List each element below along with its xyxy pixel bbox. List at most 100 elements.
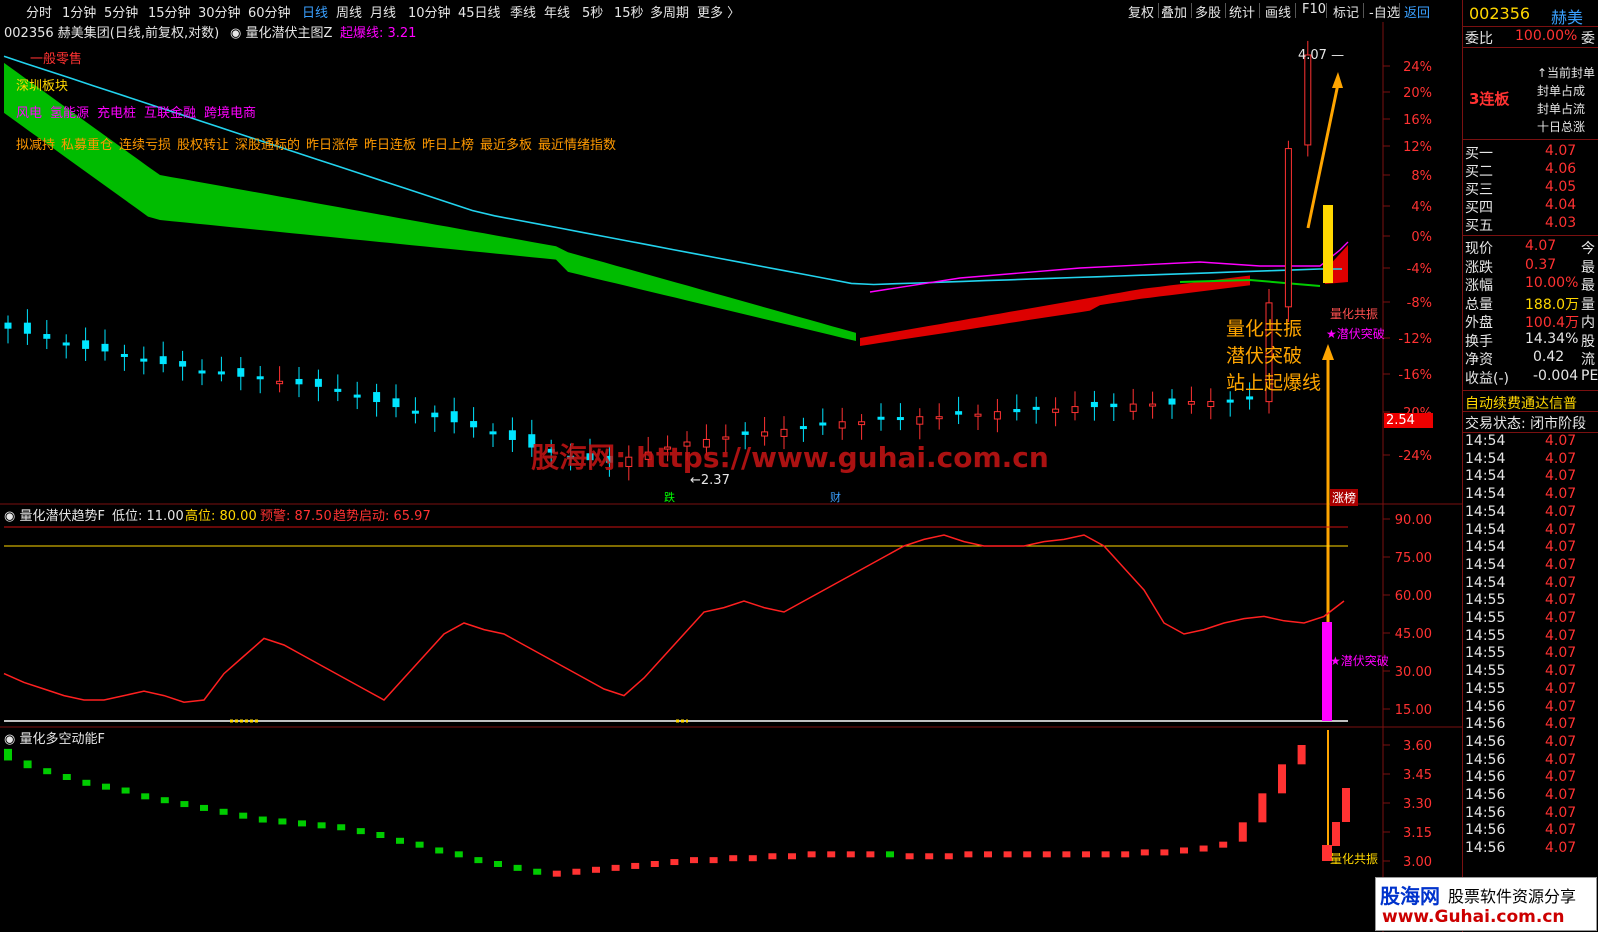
rp-stat-suffix-5: 股 — [1581, 333, 1595, 350]
momentum-bar — [592, 866, 600, 873]
candle-body — [896, 417, 904, 421]
rp-bid-label-3: 买四 — [1465, 200, 1493, 216]
rp-tick-price-9: 4.07 — [1545, 592, 1577, 609]
momentum-bar — [552, 870, 561, 877]
candle-body — [1013, 409, 1021, 413]
candle-body — [1168, 398, 1176, 405]
arrow-head-mid — [1322, 344, 1334, 360]
axis-label-p3: 3.30 — [1403, 797, 1432, 812]
rp-tick-price-18: 4.07 — [1545, 751, 1577, 768]
momentum-bar — [121, 787, 130, 794]
rp-board: 3连板 — [1469, 90, 1510, 108]
resonance-main: 量化共振 — [1330, 307, 1379, 321]
candle-body — [993, 411, 1001, 420]
rp-feng-0: ↑当前封单 — [1537, 66, 1596, 80]
momentum-bar — [1258, 793, 1267, 823]
momentum-bar — [1238, 822, 1247, 842]
marker-die: 跌 — [664, 491, 675, 504]
rp-tick-price-5: 4.07 — [1545, 521, 1577, 538]
momentum-bar — [533, 868, 542, 875]
momentum-bar — [102, 783, 110, 790]
rp-tick-price-15: 4.07 — [1545, 698, 1577, 715]
momentum-bar — [1042, 851, 1051, 858]
rp-tick-time-17: 14:56 — [1465, 733, 1506, 750]
axis-label-p3: 3.60 — [1403, 739, 1432, 754]
tag-concept-2: 充电桩 — [97, 106, 137, 121]
candle-body — [140, 358, 148, 362]
rp-stat-label-3: 总量 — [1465, 296, 1493, 313]
tag-event-5: 昨日涨停 — [306, 138, 359, 153]
red-band — [860, 275, 1250, 346]
candle-body — [62, 342, 70, 346]
rp-tick-time-8: 14:54 — [1465, 574, 1506, 591]
momentum-bar — [258, 816, 267, 823]
momentum-bar — [866, 851, 875, 858]
rp-bid-label-2: 买三 — [1465, 182, 1493, 198]
candle-body — [334, 388, 342, 392]
candle-body — [1052, 408, 1060, 413]
candle-body — [256, 376, 264, 380]
rp-tick-time-21: 14:56 — [1465, 804, 1506, 821]
rp-stat-suffix-3: 量 — [1581, 296, 1595, 313]
momentum-bar — [1023, 851, 1032, 858]
momentum-bar — [690, 857, 698, 864]
rp-stat-value-0: 4.07 — [1525, 238, 1557, 254]
big-annotation-0: 量化共振 — [1226, 318, 1303, 340]
quote-panel: 002356 赫美 委比 100.00% 委 3连板 ↑当前封单 封单占成 封单占流 十日总涨 买一… — [1462, 0, 1598, 932]
rp-stat-value-3: 188.0万 — [1525, 296, 1580, 313]
axis-label-main: 16% — [1403, 113, 1432, 128]
rp-stat-suffix-6: 流 — [1581, 352, 1595, 368]
rp-stat-suffix-7: PE — [1581, 367, 1598, 384]
rp-tick-price-14: 4.07 — [1545, 680, 1577, 697]
rp-bid-label-4: 买五 — [1465, 218, 1493, 234]
axis-label-main: -8% — [1407, 296, 1432, 311]
momentum-bar — [23, 760, 32, 769]
rp-tick-time-16: 14:56 — [1465, 716, 1506, 733]
candle-body — [295, 378, 303, 385]
rp-tick-price-23: 4.07 — [1545, 840, 1577, 857]
rp-tick-time-12: 14:55 — [1465, 645, 1506, 662]
indicator-name: ◉ 量化潜伏主图Z — [230, 26, 333, 41]
momentum-bar — [278, 818, 287, 825]
momentum-bar — [396, 837, 404, 844]
rp-tick-time-5: 14:54 — [1465, 521, 1506, 538]
p3-title: ◉ 量化多空动能F — [4, 732, 105, 747]
candle-body — [1071, 406, 1079, 414]
candle-body — [4, 322, 12, 329]
candle-body — [237, 368, 245, 377]
momentum-bar — [513, 864, 522, 871]
candle-body — [1284, 148, 1292, 308]
rp-tick-time-11: 14:55 — [1465, 627, 1506, 644]
axis-label-main: 8% — [1411, 169, 1432, 184]
momentum-bar — [964, 851, 973, 858]
rp-tick-price-20: 4.07 — [1545, 787, 1577, 803]
rp-divider — [1463, 235, 1598, 236]
momentum-bar — [944, 853, 953, 860]
rp-tick-price-4: 4.07 — [1545, 503, 1577, 520]
candle-body — [508, 430, 516, 440]
rp-tick-price-10: 4.07 — [1545, 610, 1577, 626]
candle-body — [470, 421, 478, 428]
momentum-bar — [1082, 851, 1090, 858]
axis-label-main: -4% — [1407, 262, 1432, 277]
rp-bid-price-4: 4.03 — [1545, 215, 1577, 231]
tag-event-6: 昨日连板 — [364, 138, 417, 153]
rp-stat-label-0: 现价 — [1465, 241, 1493, 257]
momentum-bar — [788, 853, 796, 860]
rp-tick-price-2: 4.07 — [1545, 468, 1577, 485]
rp-auto-renew: 自动续费通达信普 — [1465, 396, 1577, 412]
rp-tick-price-3: 4.07 — [1545, 486, 1577, 503]
rp-trade-state: 交易状态: 闭市阶段 — [1465, 416, 1587, 432]
rp-code: 002356 — [1469, 4, 1531, 23]
candle-body — [1090, 401, 1098, 408]
axis-label-p2: 75.00 — [1395, 551, 1432, 566]
momentum-bar — [1062, 851, 1071, 858]
axis-label-p3: 3.45 — [1403, 768, 1432, 783]
candle-body — [1129, 403, 1137, 412]
momentum-bar — [1101, 851, 1110, 858]
rp-tick-time-14: 14:55 — [1465, 680, 1506, 697]
tag-line2: 深圳板块 — [16, 79, 69, 94]
momentum-bar — [435, 847, 444, 854]
candle-body — [780, 428, 788, 437]
p2-warn: 预警: 87.50 — [260, 509, 332, 524]
